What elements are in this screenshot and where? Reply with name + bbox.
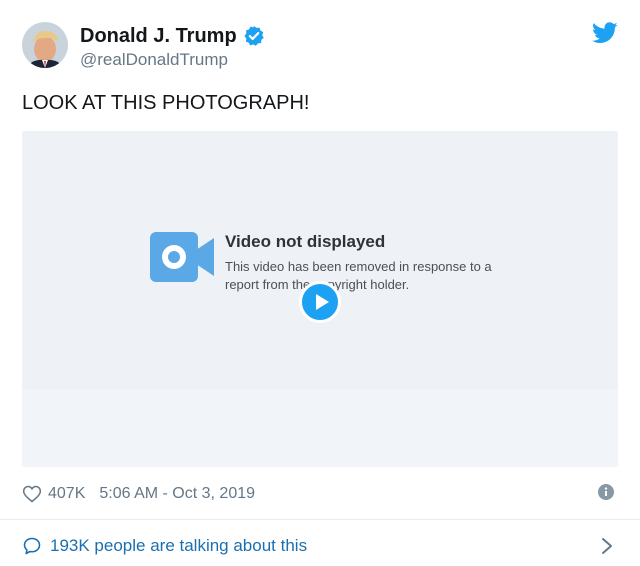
conversation-link[interactable]: 193K people are talking about this bbox=[22, 533, 307, 559]
like-count[interactable]: 407K bbox=[48, 485, 85, 503]
avatar[interactable] bbox=[22, 22, 68, 68]
tweet-timestamp[interactable]: 5:06 AM - Oct 3, 2019 bbox=[99, 485, 255, 503]
verified-badge-icon bbox=[243, 25, 265, 47]
info-icon[interactable] bbox=[598, 484, 614, 500]
play-icon bbox=[315, 294, 329, 310]
play-button[interactable] bbox=[299, 281, 341, 323]
author-name-row[interactable]: Donald J. Trump bbox=[80, 22, 265, 50]
tweet-text: LOOK AT THIS PHOTOGRAPH! bbox=[22, 92, 310, 114]
chevron-right-icon[interactable] bbox=[600, 537, 614, 555]
conversation-count-text[interactable]: 193K people are talking about this bbox=[50, 536, 307, 556]
notice-title: Video not displayed bbox=[225, 232, 386, 251]
heart-icon[interactable] bbox=[22, 484, 42, 504]
author-display-name[interactable]: Donald J. Trump bbox=[80, 25, 237, 48]
video-camera-icon bbox=[150, 232, 214, 282]
tweet-meta-row: 407K 5:06 AM - Oct 3, 2019 bbox=[22, 482, 255, 506]
speech-bubble-icon bbox=[22, 536, 42, 556]
twitter-bird-icon[interactable] bbox=[592, 22, 618, 48]
divider bbox=[0, 519, 640, 520]
media-container[interactable]: Video not displayed This video has been … bbox=[22, 131, 618, 467]
tweet-header: Donald J. Trump @realDonaldTrump bbox=[0, 0, 640, 90]
notice-body: This video has been removed in response … bbox=[225, 259, 492, 292]
media-lower-band bbox=[22, 389, 618, 467]
author-handle[interactable]: @realDonaldTrump bbox=[80, 50, 228, 70]
